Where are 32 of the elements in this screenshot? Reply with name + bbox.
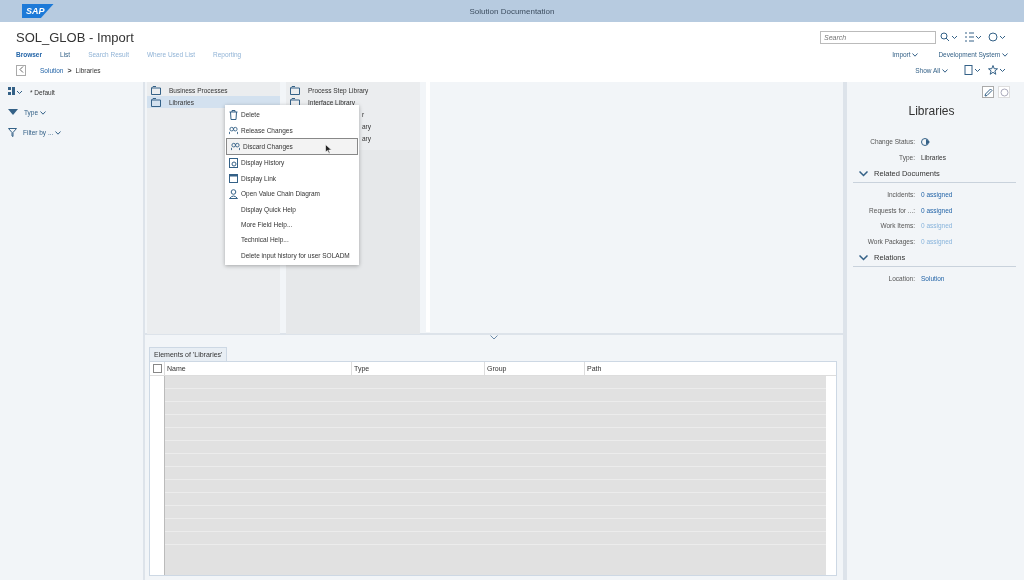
person-icon — [229, 188, 238, 199]
filter-icon[interactable] — [8, 127, 17, 137]
sap-logo: SAP — [22, 4, 54, 18]
folder-icon — [151, 85, 161, 95]
list-icon[interactable] — [964, 32, 984, 42]
calendar-icon — [229, 173, 238, 183]
caret-icon — [942, 68, 948, 73]
people-icon — [229, 125, 238, 135]
chevron-down-icon[interactable] — [490, 335, 498, 340]
chevron-icon — [859, 254, 868, 261]
variant-icon[interactable] — [8, 87, 24, 97]
shell-title: Solution Documentation — [469, 6, 555, 16]
select-all-checkbox[interactable] — [152, 364, 162, 373]
details-title: Libraries — [907, 104, 956, 118]
edit-button[interactable] — [982, 86, 994, 98]
folder-icon — [290, 97, 300, 107]
mouse-cursor-icon — [325, 144, 332, 154]
search-icon[interactable] — [940, 32, 960, 42]
status-icon — [921, 136, 931, 147]
star-icon[interactable] — [988, 65, 1008, 75]
caret-icon — [39, 110, 46, 115]
folder-icon — [151, 97, 161, 107]
trash-icon — [229, 109, 238, 120]
caret-icon — [1002, 52, 1008, 57]
caret-icon — [912, 52, 919, 57]
folder-icon — [290, 85, 300, 95]
people-icon — [231, 141, 240, 151]
chevron-icon — [859, 170, 868, 177]
document-clock-icon — [229, 157, 238, 168]
page-title: SOL_GLOB - Import — [16, 29, 134, 45]
caret-icon — [55, 130, 62, 135]
collapse-icon[interactable] — [8, 109, 18, 115]
